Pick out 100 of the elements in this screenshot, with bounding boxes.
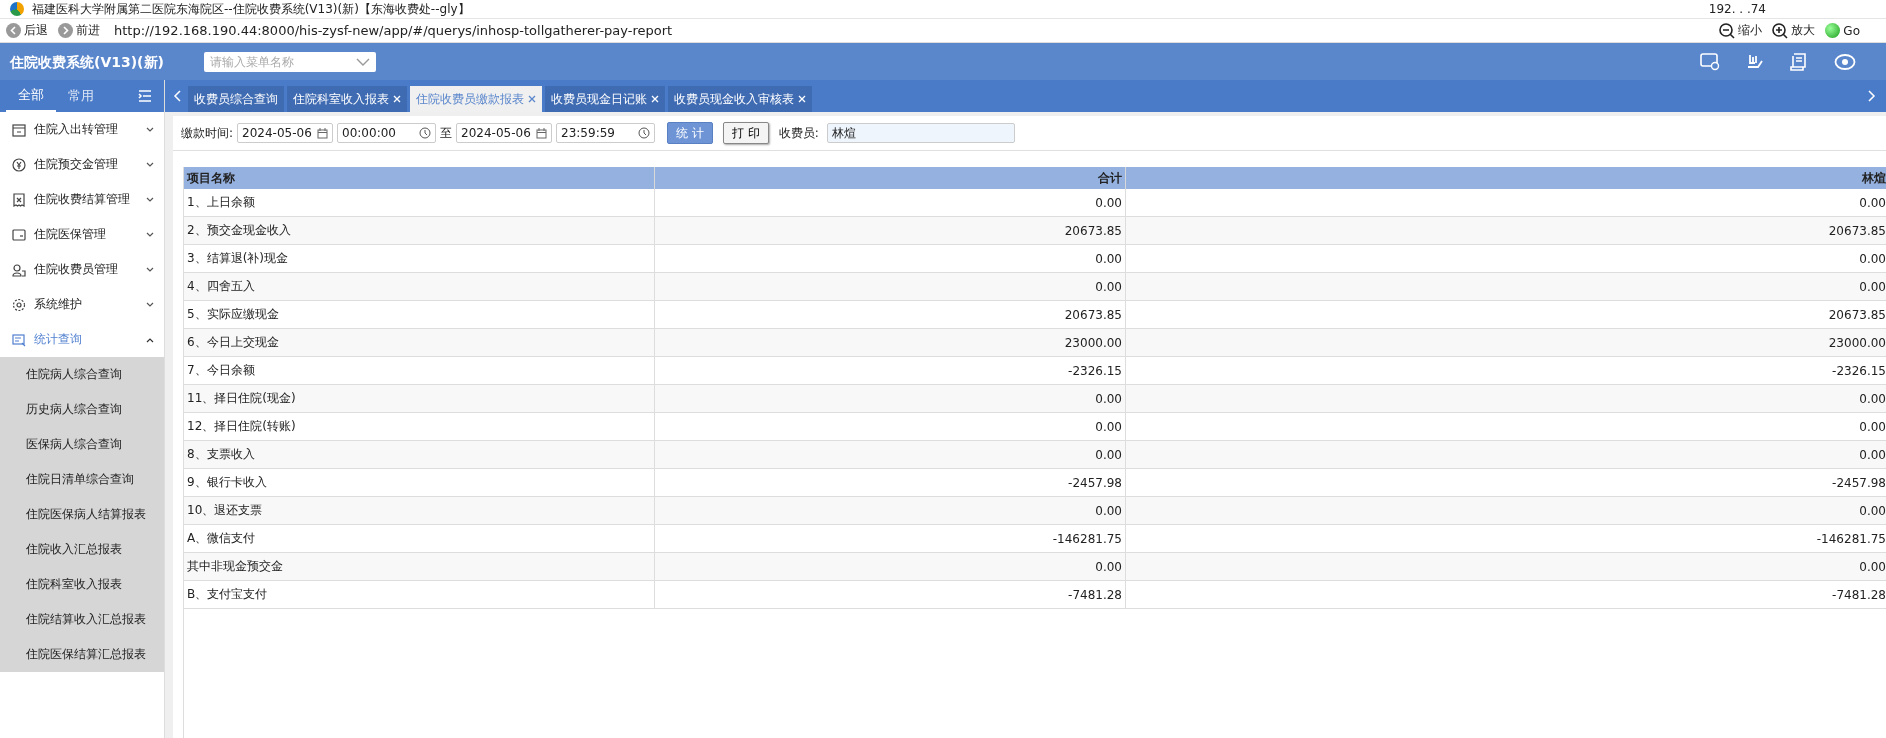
table-cell: 2、预交金现金收入 xyxy=(184,216,655,245)
sidebar-item[interactable]: 系统维护 xyxy=(0,287,164,322)
table-cell: 0.00 xyxy=(1125,552,1886,581)
sidebar-item[interactable]: 统计查询 xyxy=(0,322,164,357)
page-tab[interactable]: 收费员综合查询 xyxy=(188,86,284,112)
sidebar-subitem[interactable]: 住院科室收入报表 xyxy=(0,567,164,602)
sidebar-item[interactable]: 住院预交金管理 xyxy=(0,147,164,182)
table-cell: 0.00 xyxy=(1125,272,1886,301)
sidebar-subitem[interactable]: 住院医保结算汇总报表 xyxy=(0,637,164,672)
card-icon xyxy=(12,227,26,242)
url-text[interactable]: http://192.168.190.44:8000/his-zysf-new/app/#/querys/inhosp-tollgatherer-pay-report xyxy=(114,23,673,38)
eye-icon[interactable] xyxy=(1834,52,1856,71)
table-cell: 23000.00 xyxy=(654,328,1126,357)
back-button[interactable]: 后退 xyxy=(4,22,50,39)
clock-icon xyxy=(419,127,432,139)
table-cell: 5、实际应缴现金 xyxy=(184,300,655,329)
column-header: 合计 xyxy=(654,167,1126,189)
chevron-icon xyxy=(146,301,154,308)
start-time-field[interactable]: 00:00:00 xyxy=(337,123,437,143)
table-cell: 11、择日住院(现金) xyxy=(184,384,655,413)
column-header: 林煊 xyxy=(1125,167,1886,189)
table-cell: 9、银行卡收入 xyxy=(184,468,655,497)
column-header: 项目名称 xyxy=(184,167,655,189)
table-cell: 0.00 xyxy=(654,384,1126,413)
sidebar-subitem[interactable]: 住院医保病人结算报表 xyxy=(0,497,164,532)
print-button[interactable]: 打 印 xyxy=(722,122,769,144)
zoom-out-icon xyxy=(1719,22,1736,39)
table-cell: 其中非现金预交金 xyxy=(184,552,655,581)
yen-icon xyxy=(12,157,26,172)
clock-icon xyxy=(638,127,651,139)
chevron-icon xyxy=(146,266,154,273)
gear-icon xyxy=(12,297,26,312)
table-cell: 20673.85 xyxy=(1125,216,1886,245)
sidebar-subitem[interactable]: 医保病人综合查询 xyxy=(0,427,164,462)
table-cell: -2326.15 xyxy=(654,356,1126,385)
page-tab[interactable]: 收费员现金日记账 xyxy=(545,86,665,112)
table-cell: A、微信支付 xyxy=(184,524,655,553)
table-cell: -2457.98 xyxy=(654,468,1126,497)
end-time-field[interactable]: 23:59:59 xyxy=(556,123,656,143)
table-cell: 0.00 xyxy=(654,496,1126,525)
table-cell: -146281.75 xyxy=(1125,524,1886,553)
table-cell: 7、今日余额 xyxy=(184,356,655,385)
table-cell: -7481.28 xyxy=(1125,580,1886,609)
sidebar-subitem[interactable]: 住院结算收入汇总报表 xyxy=(0,602,164,637)
sidebar-item[interactable]: 住院医保管理 xyxy=(0,217,164,252)
chevron-icon xyxy=(146,161,154,168)
calendar-icon xyxy=(12,122,26,137)
table-cell: 20673.85 xyxy=(654,300,1126,329)
chevron-icon xyxy=(146,231,154,238)
sidebar-tab[interactable]: 全部 xyxy=(6,80,56,112)
monitor-icon[interactable] xyxy=(1700,52,1720,71)
table-cell: 20673.85 xyxy=(654,216,1126,245)
app-title: 住院收费系统(V13)(新) xyxy=(10,52,164,71)
sidebar-tab[interactable]: 常用 xyxy=(56,80,106,112)
zoom-in-icon xyxy=(1772,22,1789,39)
table-cell: 12、择日住院(转账) xyxy=(184,412,655,441)
zoom-out-button[interactable]: 缩小 xyxy=(1717,22,1765,39)
sidebar-item[interactable]: 住院入出转管理 xyxy=(0,112,164,147)
page-tab[interactable]: 收费员现金收入审核表 xyxy=(668,86,812,112)
sidebar-item[interactable]: 住院收费结算管理 xyxy=(0,182,164,217)
menu-search-field[interactable]: 请输入菜单名称 xyxy=(203,51,376,72)
table-cell: 0.00 xyxy=(1125,440,1886,469)
table-cell: 0.00 xyxy=(1125,496,1886,525)
sidebar-subitem[interactable]: 住院日清单综合查询 xyxy=(0,462,164,497)
table-cell: 0.00 xyxy=(654,189,1126,217)
table-cell: 0.00 xyxy=(654,412,1126,441)
table-cell: 8、支票收入 xyxy=(184,440,655,469)
start-date-field[interactable]: 2024-05-06 xyxy=(237,123,334,143)
payment-time-label: 缴款时间: xyxy=(181,124,234,142)
sidebar-subitem[interactable]: 住院病人综合查询 xyxy=(0,357,164,392)
table-cell: -7481.28 xyxy=(654,580,1126,609)
table-cell: 0.00 xyxy=(654,440,1126,469)
table-cell: B、支付宝支付 xyxy=(184,580,655,609)
calendar-icon xyxy=(317,127,329,139)
document-icon[interactable] xyxy=(1790,52,1808,71)
sidebar-subitem[interactable]: 住院收入汇总报表 xyxy=(0,532,164,567)
table-cell: 0.00 xyxy=(654,552,1126,581)
collector-field[interactable]: 林煊 xyxy=(826,123,1015,143)
end-date-field[interactable]: 2024-05-06 xyxy=(456,123,553,143)
forward-button[interactable]: 前进 xyxy=(56,22,102,39)
user-icon xyxy=(12,262,26,277)
table-cell: -146281.75 xyxy=(654,524,1126,553)
chart-icon xyxy=(12,332,26,347)
chevron-icon xyxy=(146,336,154,343)
page-tab[interactable]: 住院科室收入报表 xyxy=(287,86,407,112)
close-icon[interactable] xyxy=(528,95,536,103)
tool-icon[interactable] xyxy=(1746,52,1764,71)
zoom-in-button[interactable]: 放大 xyxy=(1770,22,1818,39)
sidebar-subitem[interactable]: 历史病人综合查询 xyxy=(0,392,164,427)
menu-icon[interactable] xyxy=(138,90,152,102)
go-button[interactable]: Go xyxy=(1823,22,1862,39)
table-cell: 20673.85 xyxy=(1125,300,1886,329)
table-cell: 0.00 xyxy=(1125,412,1886,441)
table-cell: 0.00 xyxy=(1125,244,1886,273)
sidebar-item[interactable]: 住院收费员管理 xyxy=(0,252,164,287)
table-cell: 1、上日余额 xyxy=(184,189,655,217)
table-cell: 4、四舍五入 xyxy=(184,272,655,301)
window-title: 福建医科大学附属第二医院东海院区--住院收费系统(V13)(新)【东海收费处--gly】 xyxy=(32,1,470,17)
table-cell: 3、结算退(补)现金 xyxy=(184,244,655,273)
caret-icon[interactable] xyxy=(355,56,370,67)
